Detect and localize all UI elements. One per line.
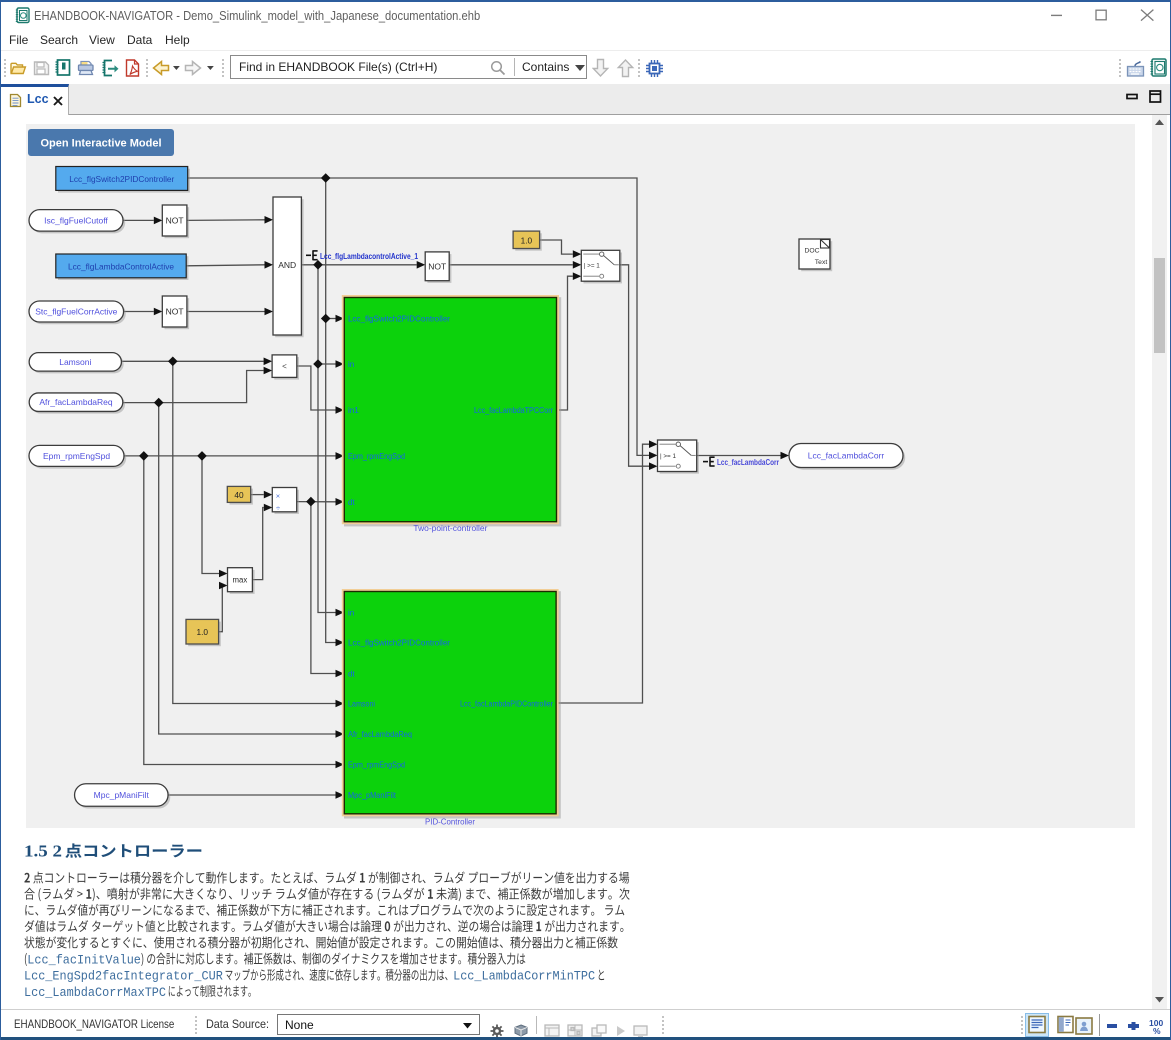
svg-text:Lcc_facInitValue: Lcc_facInitValue	[27, 953, 141, 968]
svg-text:Lcc_LambdaCorrMinTPC: Lcc_LambdaCorrMinTPC	[453, 969, 595, 984]
svg-text:| >= 1: | >= 1	[660, 453, 676, 460]
svg-text:Two-point-controller: Two-point-controller	[413, 523, 487, 533]
svg-text:40: 40	[234, 490, 244, 500]
svg-text:Open Interactive Model: Open Interactive Model	[40, 138, 161, 150]
svg-text:dt: dt	[348, 670, 356, 679]
svg-text:Lcc_flgLambdacontrolActive_1: Lcc_flgLambdacontrolActive_1	[320, 252, 418, 261]
svg-text:in: in	[348, 609, 354, 618]
svg-text:Text: Text	[815, 259, 828, 266]
svg-text:Lcc_flgSwitch2PIDController: Lcc_flgSwitch2PIDController	[348, 639, 450, 648]
svg-text:Lcc_flgSwitch2PIDController: Lcc_flgSwitch2PIDController	[348, 315, 450, 324]
svg-text:Epm_rpmEngSpd: Epm_rpmEngSpd	[348, 761, 405, 770]
svg-text:Lcc_flgLambdaControlActive: Lcc_flgLambdaControlActive	[68, 261, 174, 271]
svg-text:1.0: 1.0	[197, 627, 209, 637]
svg-text:PID-Controller: PID-Controller	[425, 817, 475, 827]
svg-text:DOC: DOC	[804, 248, 819, 255]
svg-text:Mpc_pManiFilt: Mpc_pManiFilt	[348, 791, 397, 800]
svg-text:Lcc_LambdaCorrMaxTPC: Lcc_LambdaCorrMaxTPC	[24, 985, 166, 1000]
svg-text:Stc_flgFuelCorrActive: Stc_flgFuelCorrActive	[35, 307, 117, 317]
svg-text:Lamsoni: Lamsoni	[59, 357, 91, 367]
svg-text:Lcc_EngSpd2facIntegrator_CUR: Lcc_EngSpd2facIntegrator_CUR	[24, 969, 223, 984]
svg-text:Lcc_facLambdaTPCCorr: Lcc_facLambdaTPCCorr	[474, 406, 553, 415]
svg-text:Afr_facLambdaReq: Afr_facLambdaReq	[39, 397, 113, 407]
svg-text:Lcc_flgSwitch2PIDController: Lcc_flgSwitch2PIDController	[69, 174, 174, 184]
svg-text:%: %	[1153, 1026, 1161, 1034]
svg-text:in1: in1	[348, 406, 359, 415]
svg-text:1.0: 1.0	[521, 235, 533, 245]
svg-text:dt: dt	[348, 498, 356, 507]
svg-text:Lcc_facLambdaPIDController: Lcc_facLambdaPIDController	[460, 700, 553, 709]
svg-text:1.5 2: 1.5 2	[24, 842, 62, 861]
svg-text:<: <	[282, 362, 287, 371]
svg-text:Lcc_facLambdaCorr: Lcc_facLambdaCorr	[808, 451, 885, 461]
svg-text:Epm_rpmEngSpd: Epm_rpmEngSpd	[43, 451, 110, 461]
svg-text:NOT: NOT	[166, 216, 184, 226]
svg-text:in: in	[348, 360, 354, 369]
svg-text:×: ×	[276, 492, 280, 501]
svg-text:Afr_facLambdaReq: Afr_facLambdaReq	[348, 730, 412, 739]
svg-text:Isc_flgFuelCutoff: Isc_flgFuelCutoff	[44, 215, 108, 225]
svg-text:AND: AND	[278, 260, 296, 270]
svg-text:÷: ÷	[276, 504, 280, 513]
svg-text:NOT: NOT	[166, 307, 184, 317]
svg-text:Lamsoni: Lamsoni	[348, 700, 375, 709]
svg-text:Lcc_facLambdaCorr: Lcc_facLambdaCorr	[717, 458, 780, 467]
svg-text:NOT: NOT	[428, 261, 446, 271]
svg-text:max: max	[233, 576, 248, 585]
svg-text:| >= 1: | >= 1	[584, 262, 600, 269]
svg-text:Mpc_pManiFilt: Mpc_pManiFilt	[94, 790, 150, 800]
svg-text:Epm_rpmEngSpd: Epm_rpmEngSpd	[348, 452, 405, 461]
